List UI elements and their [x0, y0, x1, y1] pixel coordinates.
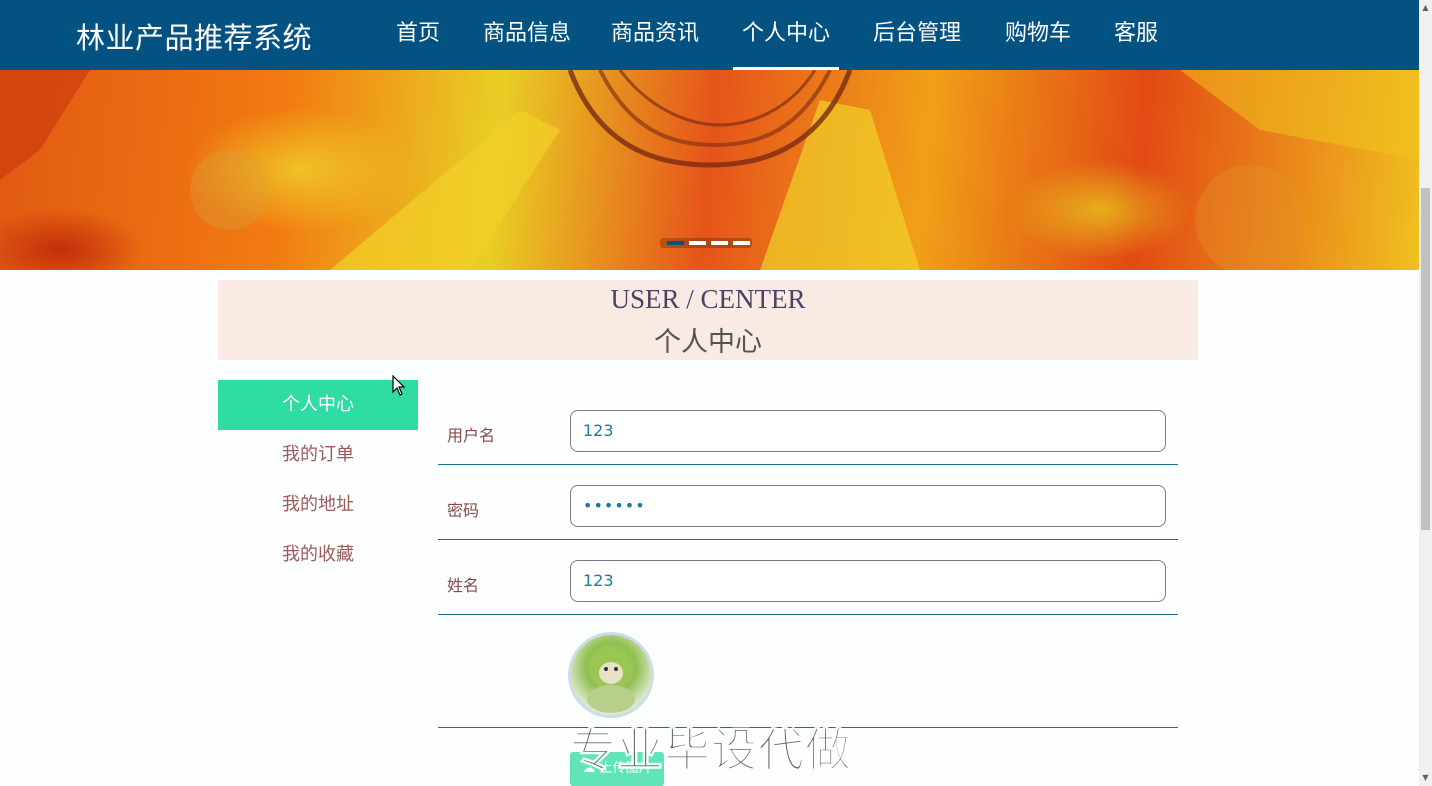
username-input[interactable]: 123 — [570, 410, 1166, 452]
nav-admin[interactable]: 后台管理 — [873, 0, 961, 70]
page-title-box: USER / CENTER 个人中心 — [218, 280, 1198, 360]
password-input[interactable]: •••••• — [570, 485, 1166, 527]
username-label: 用户名 — [447, 426, 496, 445]
sidebar-item-my-orders[interactable]: 我的订单 — [218, 430, 418, 480]
avatar-illustration — [587, 649, 635, 713]
carousel-dot-2[interactable] — [689, 241, 706, 245]
password-label: 密码 — [447, 501, 480, 520]
form-row-name: 姓名 123 — [438, 540, 1178, 615]
watermark-text: 专业毕设代做 — [570, 723, 852, 778]
top-navbar: 林业产品推荐系统 首页 商品信息 商品资讯 个人中心 后台管理 购物车 客服 — [0, 0, 1419, 70]
name-input[interactable]: 123 — [570, 560, 1166, 602]
sidebar-item-my-favorites[interactable]: 我的收藏 — [218, 530, 418, 580]
mouse-pointer-icon — [392, 375, 406, 396]
form-row-avatar — [438, 615, 1178, 728]
nav-news[interactable]: 商品资讯 — [611, 0, 699, 70]
nav-cart[interactable]: 购物车 — [1005, 0, 1071, 70]
scroll-down-arrow-icon[interactable]: ▼ — [1419, 770, 1432, 786]
scroll-up-arrow-icon[interactable]: ▲ — [1419, 0, 1432, 16]
page-scrollbar[interactable]: ▲ ▼ — [1419, 0, 1432, 786]
site-brand[interactable]: 林业产品推荐系统 — [76, 15, 312, 57]
carousel-dot-4[interactable] — [733, 241, 750, 245]
name-label: 姓名 — [447, 576, 480, 595]
nav-home[interactable]: 首页 — [396, 0, 440, 70]
sidebar-item-user-center[interactable]: 个人中心 — [218, 380, 418, 430]
banner-carousel[interactable] — [0, 70, 1419, 270]
nav-products[interactable]: 商品信息 — [483, 0, 571, 70]
scroll-thumb[interactable] — [1421, 188, 1430, 530]
form-row-password: 密码 •••••• — [438, 465, 1178, 540]
carousel-dot-3[interactable] — [711, 241, 728, 245]
page-title-cn: 个人中心 — [654, 327, 762, 358]
nav-service[interactable]: 客服 — [1114, 0, 1158, 70]
carousel-indicators — [660, 238, 752, 248]
carousel-dot-1[interactable] — [667, 241, 684, 245]
avatar-image — [568, 632, 654, 718]
sidebar-item-my-address[interactable]: 我的地址 — [218, 480, 418, 530]
page-title-en: USER / CENTER — [610, 284, 806, 314]
form-row-username: 用户名 123 — [438, 400, 1178, 465]
nav-user-center[interactable]: 个人中心 — [732, 0, 840, 70]
